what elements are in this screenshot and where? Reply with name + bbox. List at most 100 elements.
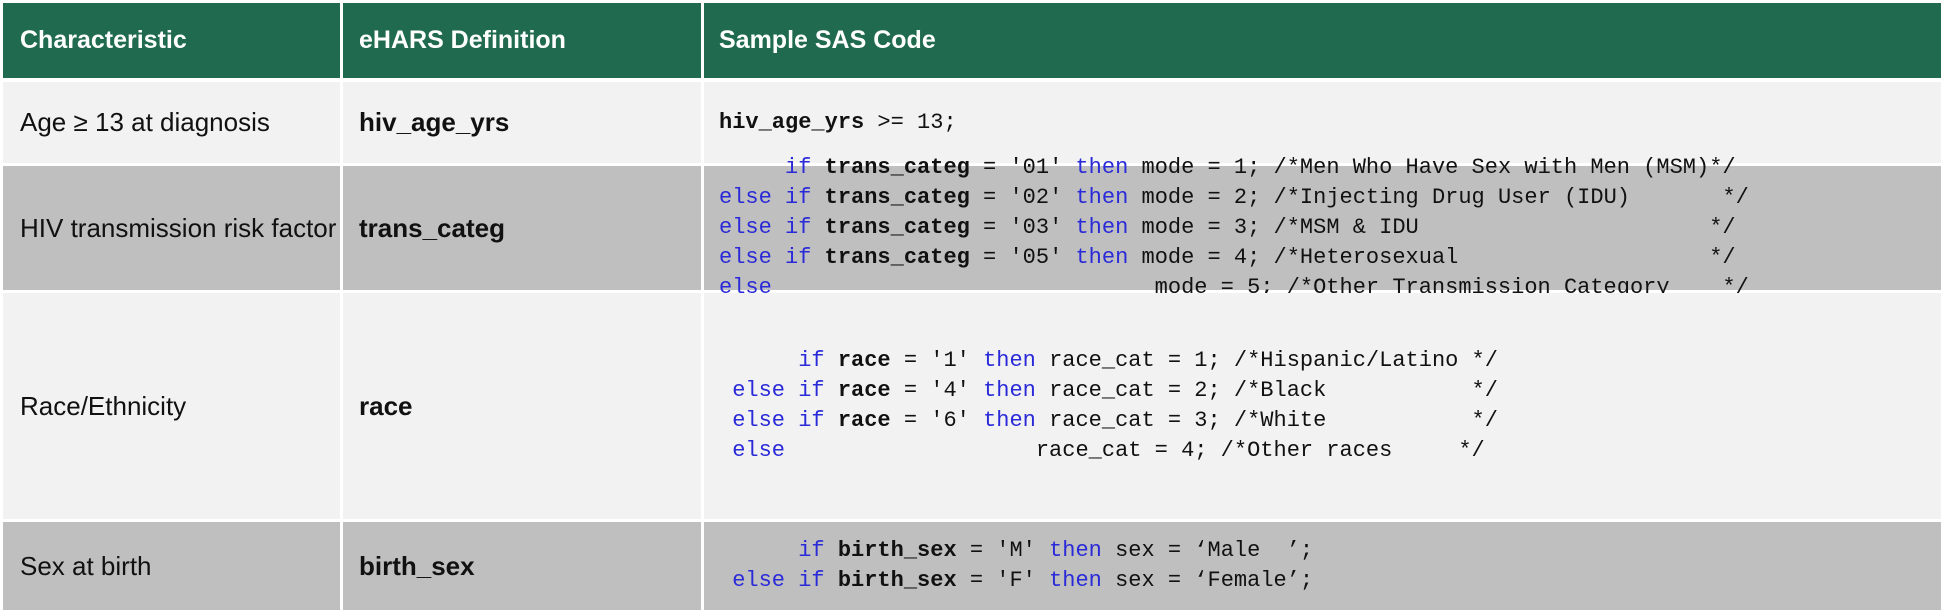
code-line: else race_cat = 4; /*Other races */: [719, 438, 1485, 463]
code-keyword: if: [798, 348, 825, 373]
code-line: else if race = '6' then race_cat = 3; /*…: [719, 408, 1498, 433]
sas-code-block: if birth_sex = 'M' then sex = ‘Male ’; e…: [719, 536, 1313, 596]
code-variable: trans_categ: [824, 155, 970, 180]
code-keyword: then: [1075, 215, 1129, 240]
code-variable: race: [837, 408, 891, 433]
code-text: = 'M': [956, 538, 1050, 563]
code-variable: trans_categ: [824, 215, 970, 240]
code-text: mode = 1; /*Men Who Have Sex with Men (M…: [1128, 155, 1736, 180]
code-cell: if race = '1' then race_cat = 1; /*Hispa…: [704, 293, 1941, 519]
code-variable: birth_sex: [837, 568, 957, 593]
code-line: if race = '1' then race_cat = 1; /*Hispa…: [719, 348, 1498, 373]
code-text: mode = 2; /*Injecting Drug User (IDU) */: [1128, 185, 1749, 210]
table-header-row: Characteristic eHARS Definition Sample S…: [3, 3, 1941, 78]
code-keyword: if: [785, 155, 812, 180]
header-ehars-definition: eHARS Definition: [343, 3, 701, 78]
code-variable: birth_sex: [837, 538, 957, 563]
sas-code-block: if race = '1' then race_cat = 1; /*Hispa…: [719, 346, 1498, 466]
code-line: else if race = '4' then race_cat = 2; /*…: [719, 378, 1498, 403]
code-keyword: else if: [719, 245, 812, 270]
code-keyword: then: [1049, 538, 1102, 563]
header-sample-sas-code: Sample SAS Code: [704, 3, 1941, 78]
code-keyword: then: [1049, 568, 1102, 593]
code-text: = '05': [969, 245, 1076, 270]
code-keyword: else: [732, 438, 786, 463]
code-text: = '02': [969, 185, 1076, 210]
code-text: = 'F': [956, 568, 1050, 593]
code-keyword: else if: [719, 185, 812, 210]
code-keyword: else if: [719, 215, 812, 240]
code-keyword: then: [983, 408, 1036, 433]
code-text: = '6': [890, 408, 984, 433]
table-row: Sex at birth birth_sex if birth_sex = 'M…: [3, 522, 1941, 610]
code-variable: race: [837, 378, 891, 403]
code-cell: if birth_sex = 'M' then sex = ‘Male ’; e…: [704, 522, 1941, 610]
sas-code-block: if trans_categ = '01' then mode = 1; /*M…: [719, 153, 1749, 303]
code-line: hiv_age_yrs >= 13;: [719, 110, 957, 135]
code-text: sex = ‘Female’;: [1101, 568, 1314, 593]
code-line: else if birth_sex = 'F' then sex = ‘Fema…: [719, 568, 1313, 593]
code-text: = '03': [969, 215, 1076, 240]
characteristic-cell: HIV transmission risk factor: [3, 166, 340, 290]
code-keyword: then: [1075, 185, 1129, 210]
code-variable: hiv_age_yrs: [719, 109, 865, 135]
code-variable: race: [837, 348, 891, 373]
code-text: race_cat = 2; /*Black */: [1035, 378, 1498, 403]
code-line: else if trans_categ = '02' then mode = 2…: [719, 185, 1749, 210]
code-keyword: then: [983, 348, 1036, 373]
code-text: race_cat = 4; /*Other races */: [785, 438, 1485, 463]
code-line: else if trans_categ = '03' then mode = 3…: [719, 215, 1736, 240]
code-keyword: else if: [732, 568, 825, 593]
code-text: >= 13;: [864, 109, 957, 135]
code-text: sex = ‘Male ’;: [1101, 538, 1314, 563]
code-variable: trans_categ: [824, 245, 970, 270]
code-cell: if trans_categ = '01' then mode = 1; /*M…: [704, 155, 1941, 300]
code-line: else if trans_categ = '05' then mode = 4…: [719, 245, 1736, 270]
code-line: if trans_categ = '01' then mode = 1; /*M…: [719, 155, 1736, 180]
definition-cell: race: [343, 293, 701, 519]
definition-cell: birth_sex: [343, 522, 701, 610]
code-keyword: then: [983, 378, 1036, 403]
code-variable: trans_categ: [824, 185, 970, 210]
code-keyword: then: [1075, 155, 1129, 180]
definition-cell: hiv_age_yrs: [343, 82, 701, 163]
characteristic-cell: Sex at birth: [3, 522, 340, 610]
code-text: = '4': [890, 378, 984, 403]
code-cell: hiv_age_yrs >= 13;: [704, 82, 1941, 163]
variable-definition-table: Characteristic eHARS Definition Sample S…: [3, 3, 1941, 613]
table-row: HIV transmission risk factor trans_categ…: [3, 155, 1941, 300]
characteristic-cell: Race/Ethnicity: [3, 293, 340, 519]
code-keyword: if: [798, 538, 825, 563]
code-keyword: then: [1075, 245, 1129, 270]
code-text: = '01': [969, 155, 1076, 180]
characteristic-cell: Age ≥ 13 at diagnosis: [3, 82, 340, 163]
sas-code-block: hiv_age_yrs >= 13;: [719, 108, 957, 138]
table-row: Age ≥ 13 at diagnosis hiv_age_yrs hiv_ag…: [3, 82, 1941, 163]
header-characteristic: Characteristic: [3, 3, 340, 78]
code-text: = '1': [890, 348, 984, 373]
code-text: race_cat = 3; /*White */: [1035, 408, 1498, 433]
code-keyword: else if: [732, 408, 825, 433]
code-keyword: else if: [732, 378, 825, 403]
table-row: Race/Ethnicity race if race = '1' then r…: [3, 293, 1941, 519]
definition-cell: trans_categ: [343, 166, 701, 290]
code-text: race_cat = 1; /*Hispanic/Latino */: [1035, 348, 1498, 373]
code-text: mode = 4; /*Heterosexual */: [1128, 245, 1736, 270]
code-line: if birth_sex = 'M' then sex = ‘Male ’;: [719, 538, 1313, 563]
